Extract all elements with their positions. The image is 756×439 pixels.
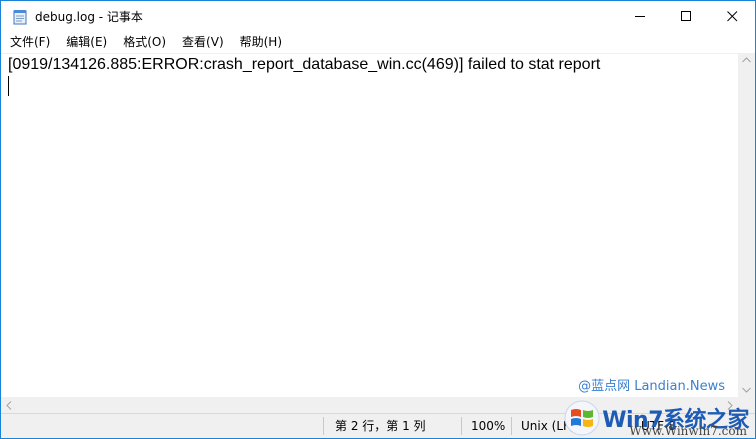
watermark-site: @蓝点网 Landian.News bbox=[578, 379, 725, 394]
menu-format[interactable]: 格式(O) bbox=[114, 32, 173, 52]
scroll-left-icon[interactable] bbox=[6, 401, 12, 410]
menu-view[interactable]: 查看(V) bbox=[173, 32, 231, 52]
window-title: debug.log - 记事本 bbox=[35, 10, 143, 24]
notepad-window: debug.log - 记事本 文件(F) 编辑(E) 格式(O) 查看(V) … bbox=[0, 0, 756, 439]
minimize-icon bbox=[634, 16, 645, 17]
menu-file[interactable]: 文件(F) bbox=[1, 32, 57, 52]
status-separator bbox=[461, 417, 462, 435]
menu-edit[interactable]: 编辑(E) bbox=[57, 32, 114, 52]
text-caret bbox=[8, 76, 9, 96]
status-cursor-position: 第 2 行，第 1 列 bbox=[335, 419, 426, 433]
menu-bar: 文件(F) 编辑(E) 格式(O) 查看(V) 帮助(H) bbox=[1, 32, 755, 52]
title-bar[interactable]: debug.log - 记事本 bbox=[1, 1, 755, 32]
status-separator bbox=[323, 417, 324, 435]
minimize-button[interactable] bbox=[617, 1, 663, 32]
notepad-icon bbox=[13, 9, 27, 24]
menu-help[interactable]: 帮助(H) bbox=[231, 32, 289, 52]
maximize-button[interactable] bbox=[663, 1, 709, 32]
text-editor-area[interactable]: [0919/134126.885:ERROR:crash_report_data… bbox=[1, 53, 738, 397]
vertical-scrollbar[interactable] bbox=[738, 53, 755, 397]
editor-line-1: [0919/134126.885:ERROR:crash_report_data… bbox=[8, 56, 601, 73]
status-zoom: 100% bbox=[471, 419, 506, 433]
maximize-icon bbox=[680, 11, 691, 21]
watermark-url: Www.Winwin7.com bbox=[629, 424, 747, 438]
windows-logo-icon bbox=[564, 400, 600, 436]
status-separator bbox=[511, 417, 512, 435]
scroll-up-icon[interactable] bbox=[742, 57, 751, 63]
scroll-down-icon[interactable] bbox=[742, 387, 751, 393]
close-icon bbox=[726, 11, 737, 22]
close-button[interactable] bbox=[709, 1, 755, 32]
caption-buttons bbox=[617, 1, 755, 32]
